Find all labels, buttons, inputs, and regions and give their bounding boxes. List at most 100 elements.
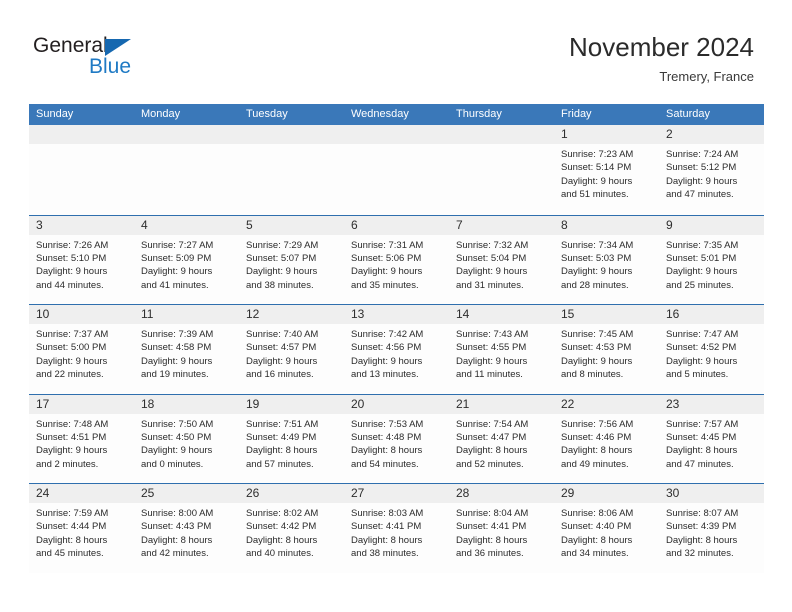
day-number: 18: [134, 394, 239, 414]
triangle-icon: [105, 39, 131, 56]
sunrise-text: Sunrise: 8:06 AM: [561, 508, 634, 519]
calendar-day-cell[interactable]: 11 Sunrise: 7:39 AM Sunset: 4:58 PM Dayligh…: [134, 305, 239, 394]
sunset-text: Sunset: 4:43 PM: [141, 521, 212, 533]
calendar-day-cell[interactable]: 30 Sunrise: 8:07 AM Sunset: 4:39 PM Dayligh…: [659, 484, 764, 573]
calendar-day-cell[interactable]: 21 Sunrise: 7:54 AM Sunset: 4:47 PM Dayligh…: [449, 394, 554, 483]
calendar-day-cell[interactable]: 15 Sunrise: 7:45 AM Sunset: 4:53 PM Dayligh…: [554, 305, 659, 394]
daylight-text-line1: Daylight: 8 hours: [351, 534, 423, 546]
calendar-day-cell[interactable]: 19 Sunrise: 7:51 AM Sunset: 4:49 PM Dayligh…: [239, 394, 344, 483]
sunset-text: Sunset: 4:49 PM: [246, 431, 317, 443]
daylight-text-line2: and 34 minutes.: [561, 548, 629, 560]
calendar-day-cell[interactable]: 8 Sunrise: 7:34 AM Sunset: 5:03 PM Daylight…: [554, 215, 659, 304]
calendar-day-cell[interactable]: 9 Sunrise: 7:35 AM Sunset: 5:01 PM Daylight…: [659, 215, 764, 304]
daylight-text-line2: and 38 minutes.: [246, 279, 314, 291]
calendar-day-cell[interactable]: 28 Sunrise: 8:04 AM Sunset: 4:41 PM Dayligh…: [449, 484, 554, 573]
day-number: 17: [29, 394, 134, 414]
calendar-day-cell[interactable]: 26 Sunrise: 8:02 AM Sunset: 4:42 PM Dayligh…: [239, 484, 344, 573]
sunset-text: Sunset: 5:10 PM: [36, 252, 107, 264]
sunset-text: Sunset: 4:40 PM: [561, 521, 632, 533]
sunrise-text: Sunrise: 7:42 AM: [351, 329, 424, 340]
calendar-day-cell[interactable]: 25 Sunrise: 8:00 AM Sunset: 4:43 PM Dayligh…: [134, 484, 239, 573]
daylight-text-line1: Daylight: 8 hours: [561, 534, 633, 546]
daylight-text-line1: Daylight: 8 hours: [666, 534, 738, 546]
daylight-text-line2: and 16 minutes.: [246, 369, 314, 381]
calendar-day-cell[interactable]: 2 Sunrise: 7:24 AM Sunset: 5:12 PM Daylight…: [659, 125, 764, 215]
calendar-day-cell[interactable]: 6 Sunrise: 7:31 AM Sunset: 5:06 PM Daylight…: [344, 215, 449, 304]
daylight-text-line1: Daylight: 9 hours: [666, 175, 738, 187]
daylight-text-line1: Daylight: 8 hours: [246, 445, 318, 457]
day-details: Sunrise: 7:26 AM Sunset: 5:10 PM Daylight:…: [29, 235, 134, 293]
calendar-day-cell[interactable]: 14 Sunrise: 7:43 AM Sunset: 4:55 PM Dayligh…: [449, 305, 554, 394]
day-details: Sunrise: 8:03 AM Sunset: 4:41 PM Daylight:…: [344, 503, 449, 561]
daylight-text-line2: and 44 minutes.: [36, 279, 104, 291]
daylight-text-line2: and 45 minutes.: [36, 548, 104, 560]
weekday-header-monday: Monday: [141, 108, 181, 120]
calendar-day-cell[interactable]: 13 Sunrise: 7:42 AM Sunset: 4:56 PM Dayligh…: [344, 305, 449, 394]
daylight-text-line2: and 52 minutes.: [456, 458, 524, 470]
day-number: [344, 125, 449, 144]
calendar-day-cell[interactable]: 1 Sunrise: 7:23 AM Sunset: 5:14 PM Daylight…: [554, 125, 659, 215]
sunset-text: Sunset: 5:09 PM: [141, 252, 212, 264]
logo-text-blue: Blue: [89, 55, 132, 78]
daylight-text-line1: Daylight: 9 hours: [666, 355, 738, 367]
daylight-text-line2: and 5 minutes.: [666, 369, 729, 381]
day-details: Sunrise: 7:42 AM Sunset: 4:56 PM Daylight:…: [344, 324, 449, 382]
calendar-day-cell[interactable]: 23 Sunrise: 7:57 AM Sunset: 4:45 PM Dayligh…: [659, 394, 764, 483]
calendar-day-cell[interactable]: 5 Sunrise: 7:29 AM Sunset: 5:07 PM Daylight…: [239, 215, 344, 304]
calendar-day-cell[interactable]: 4 Sunrise: 7:27 AM Sunset: 5:09 PM Daylight…: [134, 215, 239, 304]
day-number: 28: [449, 484, 554, 503]
sunset-text: Sunset: 4:51 PM: [36, 431, 107, 443]
daylight-text-line1: Daylight: 9 hours: [141, 355, 213, 367]
calendar-day-cell[interactable]: 29 Sunrise: 8:06 AM Sunset: 4:40 PM Dayligh…: [554, 484, 659, 573]
calendar-day-cell[interactable]: 24 Sunrise: 7:59 AM Sunset: 4:44 PM Dayligh…: [29, 484, 134, 573]
calendar-day-cell[interactable]: 20 Sunrise: 7:53 AM Sunset: 4:48 PM Dayligh…: [344, 394, 449, 483]
calendar-day-cell[interactable]: 16 Sunrise: 7:47 AM Sunset: 4:52 PM Dayligh…: [659, 305, 764, 394]
sunrise-text: Sunrise: 7:24 AM: [666, 149, 739, 160]
sunset-text: Sunset: 5:04 PM: [456, 252, 527, 264]
day-number: 30: [659, 484, 764, 503]
sunrise-text: Sunrise: 7:29 AM: [246, 239, 319, 251]
daylight-text-line1: Daylight: 9 hours: [561, 355, 633, 367]
day-details: Sunrise: 8:07 AM Sunset: 4:39 PM Daylight:…: [659, 503, 764, 561]
sunrise-text: Sunrise: 8:00 AM: [141, 508, 214, 519]
brand-logo[interactable]: General Blue: [29, 34, 209, 84]
daylight-text-line2: and 42 minutes.: [141, 548, 209, 560]
calendar-day-cell[interactable]: 27 Sunrise: 8:03 AM Sunset: 4:41 PM Dayligh…: [344, 484, 449, 573]
daylight-text-line1: Daylight: 9 hours: [351, 355, 423, 367]
day-number: 15: [554, 305, 659, 324]
day-number: 20: [344, 394, 449, 414]
calendar-day-cell[interactable]: 22 Sunrise: 7:56 AM Sunset: 4:46 PM Dayligh…: [554, 394, 659, 483]
sunrise-text: Sunrise: 7:39 AM: [141, 329, 214, 340]
day-number: [239, 125, 344, 144]
daylight-text-line2: and 41 minutes.: [141, 279, 209, 291]
day-details: Sunrise: 7:45 AM Sunset: 4:53 PM Daylight:…: [554, 324, 659, 382]
daylight-text-line1: Daylight: 9 hours: [456, 266, 528, 278]
day-number: 23: [659, 394, 764, 414]
daylight-text-line1: Daylight: 9 hours: [246, 355, 318, 367]
calendar-weeks: 1 Sunrise: 7:23 AM Sunset: 5:14 PM Daylight…: [29, 125, 764, 573]
sunrise-text: Sunrise: 7:47 AM: [666, 329, 739, 340]
calendar-day-cell[interactable]: 3 Sunrise: 7:26 AM Sunset: 5:10 PM Daylight…: [29, 215, 134, 304]
sunset-text: Sunset: 4:55 PM: [456, 342, 527, 354]
day-number: 27: [344, 484, 449, 503]
calendar-week-row: 3 Sunrise: 7:26 AM Sunset: 5:10 PM Daylight…: [29, 214, 764, 304]
day-number: 13: [344, 305, 449, 324]
sunrise-text: Sunrise: 7:59 AM: [36, 508, 109, 519]
daylight-text-line1: Daylight: 9 hours: [36, 355, 108, 367]
day-details: Sunrise: 7:54 AM Sunset: 4:47 PM Daylight:…: [449, 414, 554, 472]
calendar-day-cell[interactable]: 10 Sunrise: 7:37 AM Sunset: 5:00 PM Dayligh…: [29, 305, 134, 394]
sunset-text: Sunset: 5:01 PM: [666, 252, 737, 264]
calendar-table: Sunday Monday Tuesday Wednesday Thursday Frid…: [29, 104, 764, 573]
calendar-day-cell[interactable]: 12 Sunrise: 7:40 AM Sunset: 4:57 PM Dayligh…: [239, 305, 344, 394]
sunrise-text: Sunrise: 7:31 AM: [351, 239, 424, 251]
calendar-day-cell-empty: [344, 125, 449, 215]
sunrise-text: Sunrise: 7:40 AM: [246, 329, 319, 340]
calendar-day-cell[interactable]: 17 Sunrise: 7:48 AM Sunset: 4:51 PM Dayligh…: [29, 394, 134, 483]
day-number: 29: [554, 484, 659, 503]
daylight-text-line2: and 11 minutes.: [456, 369, 523, 381]
calendar-day-cell[interactable]: 7 Sunrise: 7:32 AM Sunset: 5:04 PM Daylight…: [449, 215, 554, 304]
daylight-text-line1: Daylight: 8 hours: [666, 445, 738, 457]
sunset-text: Sunset: 4:56 PM: [351, 342, 422, 354]
calendar-day-cell[interactable]: 18 Sunrise: 7:50 AM Sunset: 4:50 PM Dayligh…: [134, 394, 239, 483]
title-block: November 2024 Tremery, France: [569, 30, 754, 87]
